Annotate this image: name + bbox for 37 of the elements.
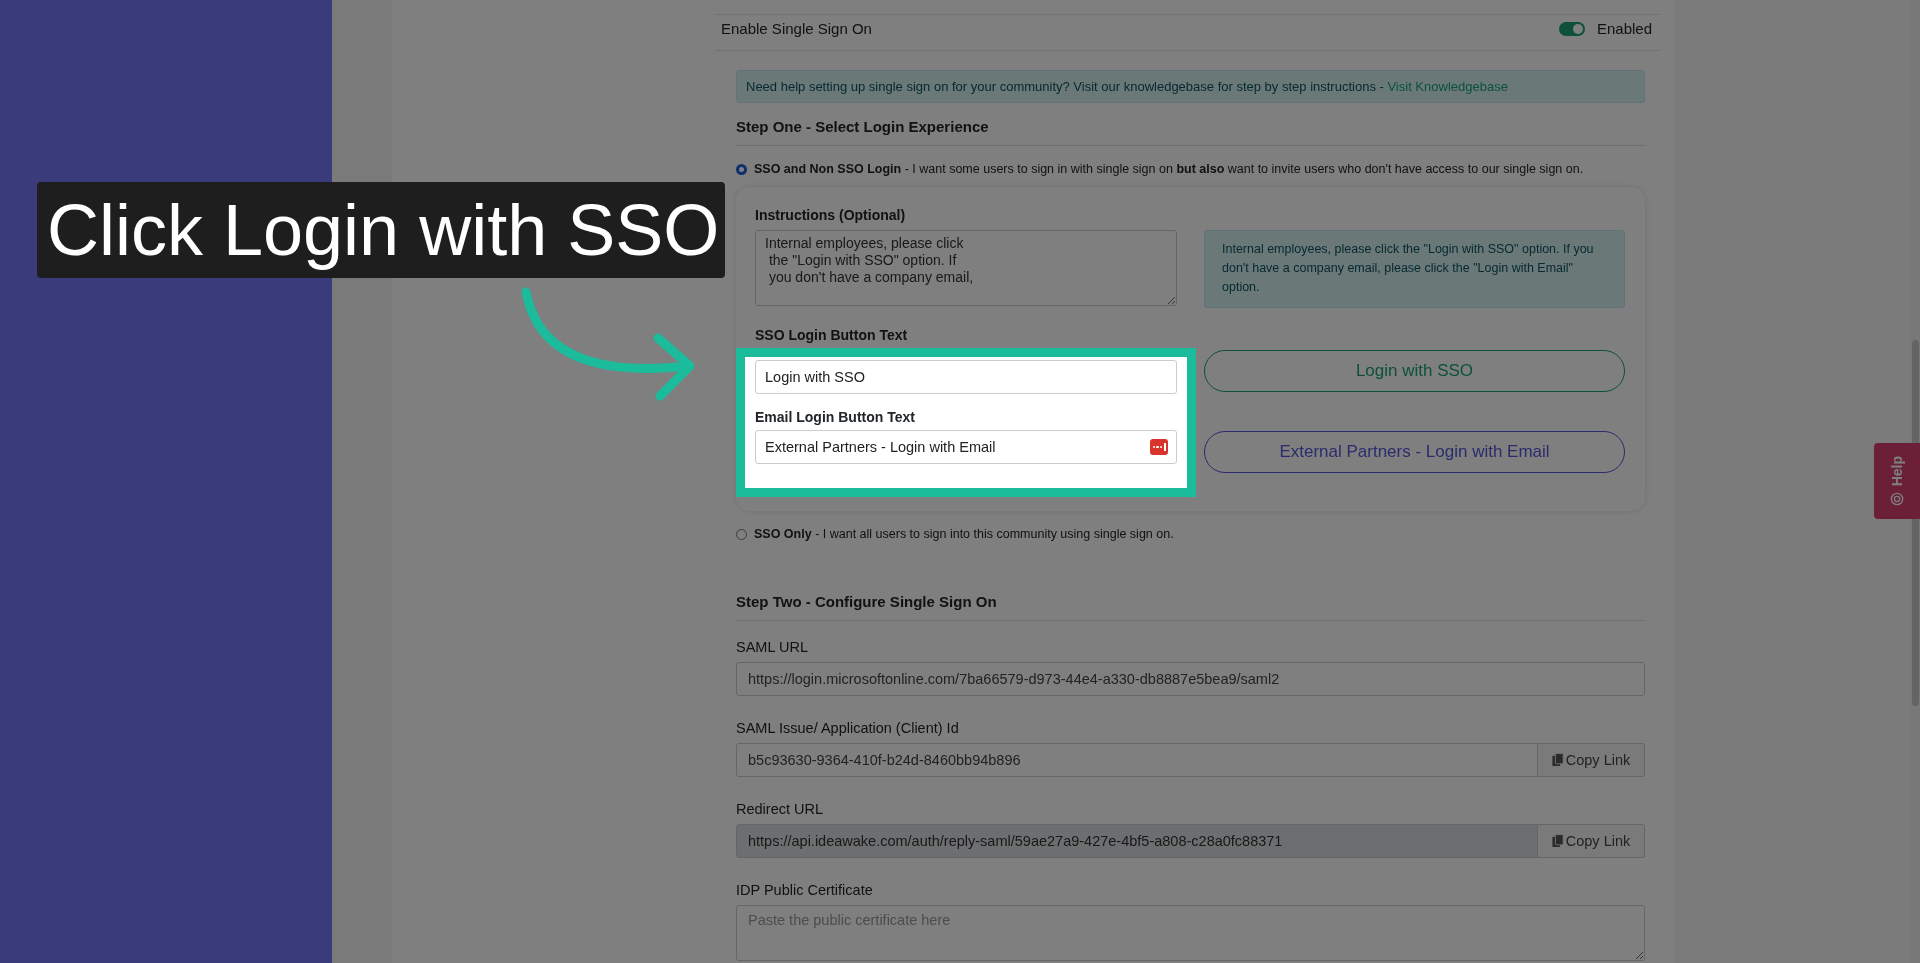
option-description: SSO and Non SSO Login - I want some users to sign in with single sign on but also want to invite users who don't have access to our single sign on. bbox=[754, 161, 1584, 178]
text-field[interactable]: https://login.microsoftonline.com/7ba66579-d973-44e4-a330-db8887e5bea9/saml2 bbox=[736, 662, 1645, 696]
sso-text-field[interactable]: Login with SSO bbox=[755, 360, 1177, 394]
lifebuoy-icon bbox=[1890, 491, 1904, 506]
text-field[interactable]: https://api.ideawake.com/auth/reply-saml/59ae27a9-427e-4bf5-a808-c28a0fc88371 bbox=[736, 824, 1538, 858]
field-label: SAML URL bbox=[736, 638, 809, 657]
instructions-field[interactable]: Internal employees, please click the "Login with SSO" option. If you don't have a company email, bbox=[755, 230, 1177, 306]
radio-button[interactable] bbox=[736, 528, 747, 540]
email-text-field[interactable]: External Partners - Login with Email bbox=[755, 430, 1177, 464]
section-heading: Step Two - Configure Single Sign On bbox=[736, 592, 1645, 621]
copy-link-button[interactable]: Copy Link bbox=[1538, 743, 1645, 777]
field-label: SSO Login Button Text bbox=[755, 326, 909, 344]
option-description: SSO Only - I want all users to sign into this community using single sign on. bbox=[754, 526, 1174, 543]
field-label: SAML Issue/ Application (Client) Id bbox=[736, 719, 960, 738]
field-label: IDP Public Certificate bbox=[736, 881, 874, 900]
preview-message: Internal employees, please click the "Login with SSO" option. If you don't have a company email, please click the "Login with Email" option. bbox=[1204, 230, 1625, 308]
toggle-switch[interactable] bbox=[1558, 21, 1585, 36]
toggle-status: Enabled bbox=[1596, 20, 1652, 37]
password-manager-icon[interactable] bbox=[1150, 439, 1168, 455]
field-label: Email Login Button Text bbox=[755, 408, 916, 427]
section-heading: Step One - Select Login Experience bbox=[736, 117, 1645, 146]
radio-button[interactable] bbox=[736, 163, 747, 175]
text-field[interactable]: b5c93630-9364-410f-b24d-8460bb94b896 bbox=[736, 743, 1538, 777]
scrollbar[interactable] bbox=[1911, 0, 1920, 963]
tutorial-caption: Click Login with SSO bbox=[37, 182, 725, 278]
sso-login-button[interactable]: Login with SSO bbox=[1204, 350, 1625, 392]
copy-icon bbox=[1551, 834, 1564, 848]
field-label: Redirect URL bbox=[736, 800, 825, 819]
setting-label: Enable Single Sign On bbox=[721, 20, 872, 37]
help-tab[interactable]: Help bbox=[1874, 443, 1920, 519]
help-alert: Need help setting up single sign on for your community? Visit our knowledgebase for step by step instructions - Visit Knowledgebase bbox=[736, 70, 1645, 103]
knowledgebase-link[interactable]: Visit Knowledgebase bbox=[1387, 79, 1508, 94]
email-login-button[interactable]: External Partners - Login with Email bbox=[1204, 431, 1625, 473]
copy-icon bbox=[1551, 753, 1564, 767]
help-label: Help bbox=[1889, 456, 1905, 487]
field-label: Instructions (Optional) bbox=[755, 206, 907, 225]
copy-link-button[interactable]: Copy Link bbox=[1538, 824, 1645, 858]
